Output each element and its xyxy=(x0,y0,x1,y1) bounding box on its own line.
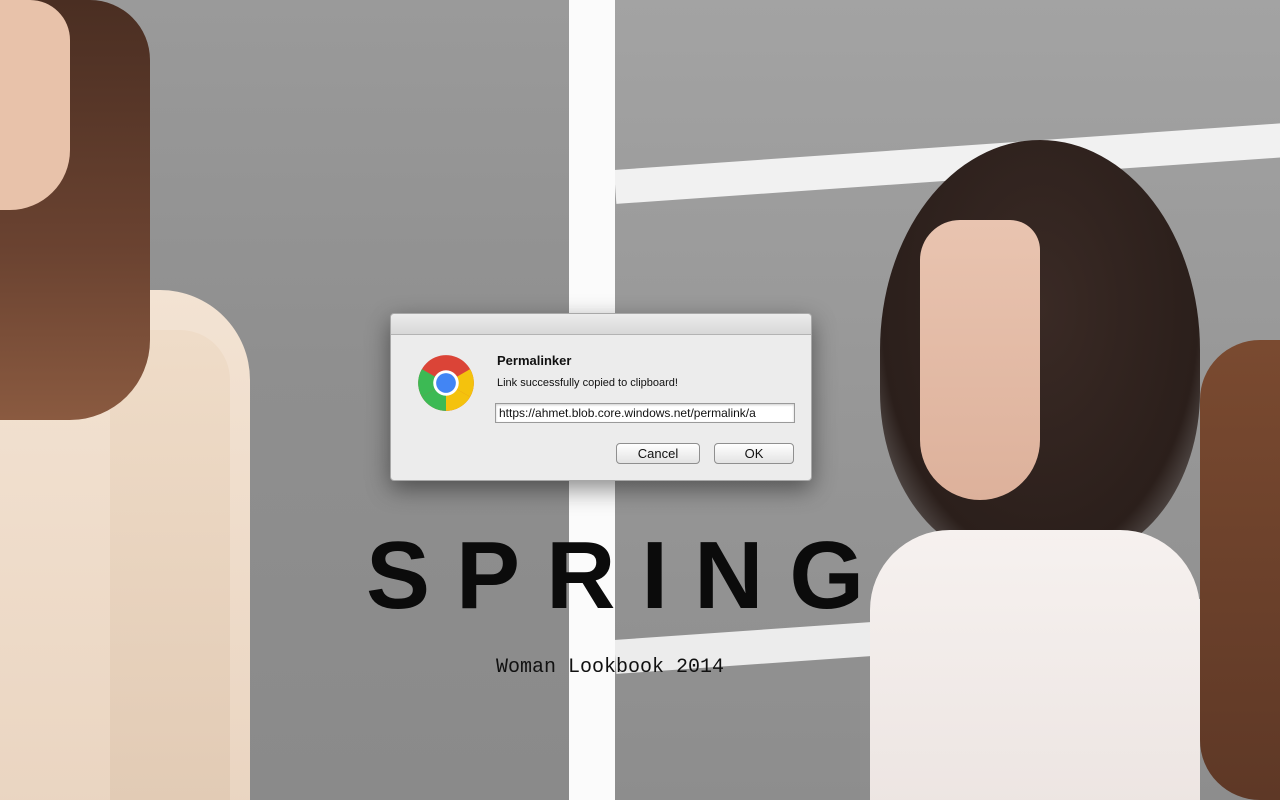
ok-button[interactable]: OK xyxy=(714,443,794,464)
model-photo-right xyxy=(860,140,1280,800)
model-photo-left xyxy=(0,0,270,800)
page-background: SPRING Woman Lookbook 2014 Permalinker L… xyxy=(0,0,1280,800)
chrome-icon xyxy=(418,355,474,411)
permalink-url-field[interactable] xyxy=(495,403,795,423)
dialog-titlebar xyxy=(391,314,811,335)
page-subheadline: Woman Lookbook 2014 xyxy=(495,656,725,679)
cancel-button[interactable]: Cancel xyxy=(616,443,700,464)
dialog-message: Link successfully copied to clipboard! xyxy=(497,377,678,389)
page-headline: SPRING xyxy=(366,522,891,629)
dialog-title: Permalinker xyxy=(497,353,572,368)
alert-dialog: Permalinker Link successfully copied to … xyxy=(390,313,812,481)
